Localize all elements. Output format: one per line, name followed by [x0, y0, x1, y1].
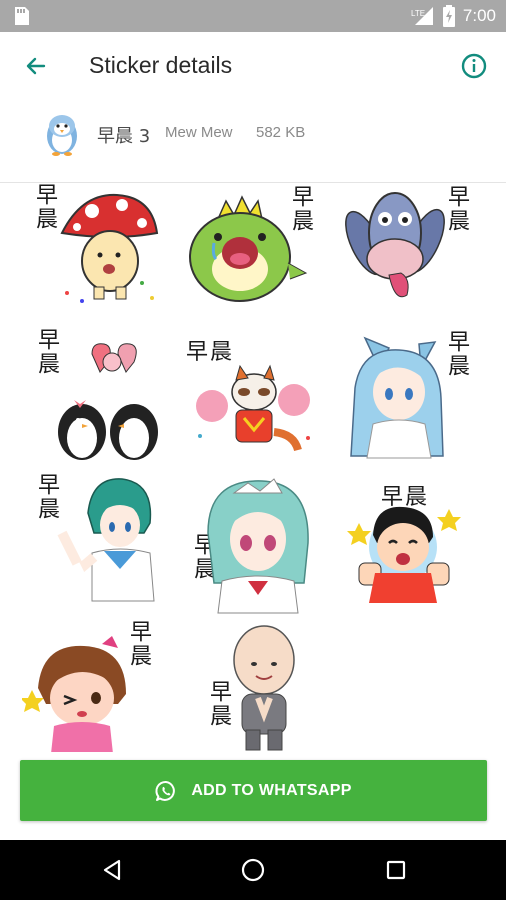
- bald-monk-illustration: [233, 625, 295, 751]
- back-button[interactable]: [18, 48, 54, 84]
- lte-signal-icon: LTE: [411, 7, 433, 25]
- pack-name: 早晨 3: [97, 126, 151, 147]
- app-bar: Sticker details: [0, 32, 506, 100]
- page-title: Sticker details: [89, 52, 233, 78]
- clock: 7:00: [462, 6, 496, 25]
- boy-thumbs-up-illustration: [347, 506, 461, 603]
- raccoon-cheerleader-illustration: [196, 364, 310, 452]
- back-arrow-icon: [26, 57, 46, 75]
- sticker-teal-hair-girl[interactable]: 早晨: [178, 473, 328, 618]
- back-triangle-icon: [103, 859, 121, 881]
- nav-back-button[interactable]: [94, 852, 130, 888]
- sticker-bald-monk[interactable]: 早晨: [178, 618, 328, 755]
- add-button-area: ADD TO WHATSAPP: [0, 752, 506, 840]
- teal-hair-girl-illustration: [207, 478, 309, 614]
- pack-size: 582 KB: [256, 124, 306, 141]
- sticker-penguin-couple[interactable]: 早晨: [22, 328, 172, 473]
- home-circle-icon: [241, 858, 265, 882]
- winking-girl-illustration: [22, 636, 126, 755]
- penguin-couple-illustration: [58, 343, 158, 460]
- pack-header: 早晨 3 Mew Mew 582 KB: [0, 100, 506, 182]
- whatsapp-icon: [155, 780, 176, 801]
- sticker-blue-donkey[interactable]: 早晨: [345, 183, 495, 328]
- sticker-green-dinosaur[interactable]: 早晨: [178, 183, 328, 328]
- green-dinosaur-illustration: [189, 195, 308, 302]
- mushroom-boy-illustration: [60, 193, 159, 303]
- sticker-raccoon-cheerleader[interactable]: 早晨: [178, 328, 328, 473]
- sticker-sailor-mercury[interactable]: 早晨: [22, 473, 172, 618]
- add-to-whatsapp-button[interactable]: ADD TO WHATSAPP: [20, 760, 487, 821]
- add-button-label: ADD TO WHATSAPP: [191, 781, 352, 799]
- info-button[interactable]: [456, 48, 492, 84]
- sticker-boy-thumbs-up[interactable]: 早晨: [345, 473, 495, 618]
- sticker-blue-cat-girl[interactable]: 早晨: [345, 328, 495, 473]
- battery-charging-icon: [442, 5, 455, 27]
- sticker-mushroom-boy[interactable]: 早晨: [22, 183, 172, 328]
- sticker-winking-girl[interactable]: 早晨: [22, 618, 172, 755]
- blue-cat-girl-illustration: [350, 336, 444, 459]
- penguin-tray-icon: [47, 115, 77, 156]
- svg-text:LTE: LTE: [411, 9, 425, 18]
- pack-publisher: Mew Mew: [165, 124, 233, 141]
- navigation-bar: [0, 840, 506, 900]
- nav-home-button[interactable]: [235, 852, 271, 888]
- recents-square-icon: [386, 860, 406, 880]
- sticker-grid: 早晨 早晨 早晨 早晨 早晨 早晨 早晨 早晨 早晨 早晨 早晨: [0, 183, 506, 755]
- nav-recents-button[interactable]: [378, 852, 414, 888]
- notification-icon: [15, 7, 29, 25]
- sailor-mercury-illustration: [57, 478, 155, 602]
- status-bar: LTE 7:00: [0, 0, 506, 32]
- info-icon: [461, 53, 487, 79]
- blue-donkey-illustration: [345, 192, 445, 298]
